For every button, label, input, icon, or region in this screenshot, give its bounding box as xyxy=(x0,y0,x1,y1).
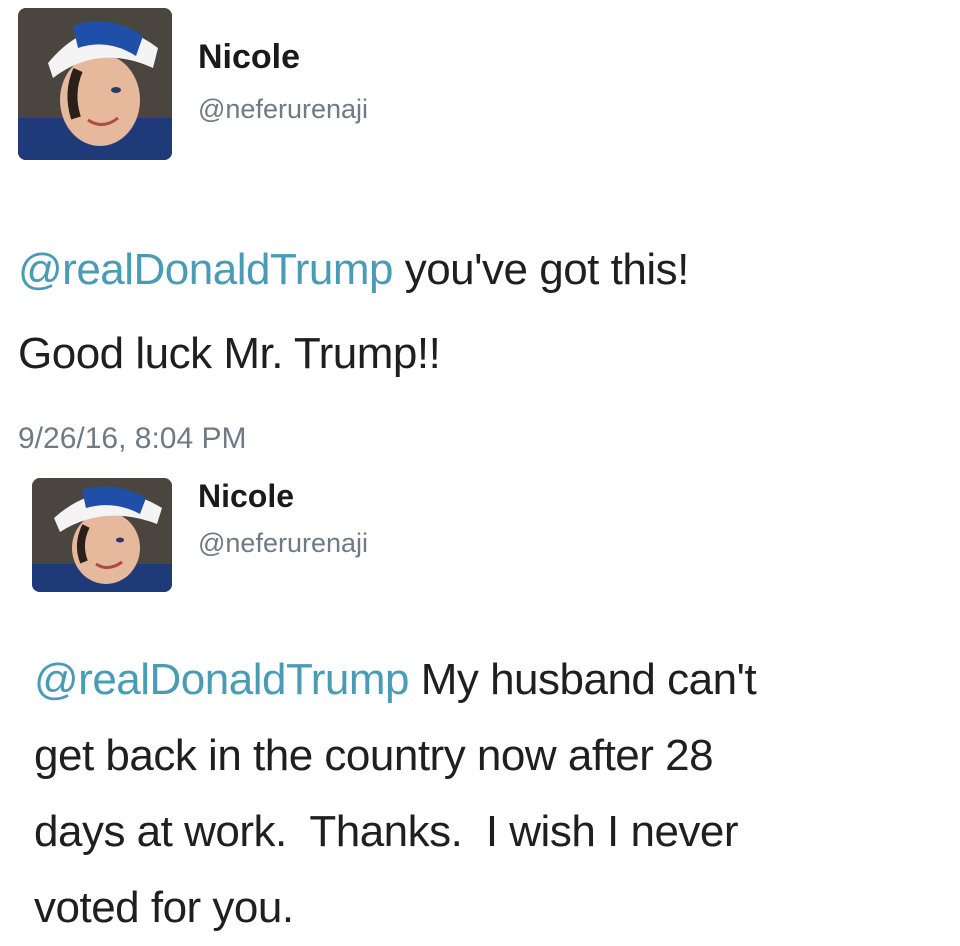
tweet-text-line: @realDonaldTrump you've got this! xyxy=(18,228,948,312)
tweet-text-line: get back in the country now after 28 xyxy=(34,731,714,780)
tweet-timestamp[interactable]: 9/26/16, 8:04 PM xyxy=(18,422,247,456)
tweet-2: Nicole @neferurenaji @realDonaldTrump My… xyxy=(0,470,960,942)
avatar[interactable] xyxy=(32,478,172,592)
tweet-text-line: voted for you. xyxy=(34,883,294,932)
user-handle[interactable]: @neferurenaji xyxy=(198,528,368,559)
tweet-text-line: days at work. Thanks. I wish I never xyxy=(34,807,739,856)
profile-photo-icon xyxy=(32,478,172,592)
tweet-text: @realDonaldTrump My husband can't get ba… xyxy=(34,642,954,946)
tweet-text: @realDonaldTrump you've got this! Good l… xyxy=(18,228,948,396)
tweet-text-segment: you've got this! xyxy=(392,245,690,294)
user-name[interactable]: Nicole xyxy=(198,478,294,515)
mention-link[interactable]: @realDonaldTrump xyxy=(34,655,409,704)
tweet-1: Nicole @neferurenaji @realDonaldTrump yo… xyxy=(0,0,960,470)
user-handle[interactable]: @neferurenaji xyxy=(198,94,368,125)
user-name[interactable]: Nicole xyxy=(198,38,300,77)
tweet-text-line: Good luck Mr. Trump!! xyxy=(18,329,441,378)
profile-photo-icon xyxy=(18,8,172,160)
tweet-text-line: @realDonaldTrump My husband can't xyxy=(34,642,954,718)
tweet-text-segment: My husband can't xyxy=(408,655,757,704)
avatar[interactable] xyxy=(18,8,172,160)
mention-link[interactable]: @realDonaldTrump xyxy=(18,245,393,294)
